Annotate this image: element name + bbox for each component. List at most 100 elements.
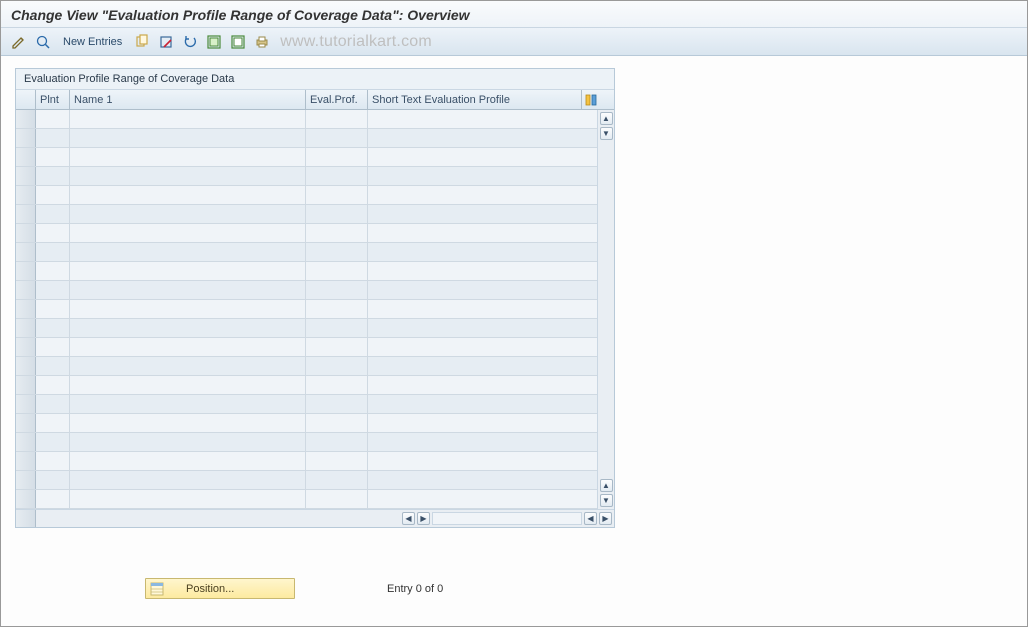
cell-plnt[interactable]	[36, 490, 70, 508]
cell-shorttext[interactable]	[368, 376, 582, 394]
cell-shorttext[interactable]	[368, 433, 582, 451]
cell-plnt[interactable]	[36, 243, 70, 261]
scroll-left2-icon[interactable]: ◀	[584, 512, 597, 525]
cell-plnt[interactable]	[36, 148, 70, 166]
row-selector[interactable]	[16, 167, 36, 185]
cell-plnt[interactable]	[36, 281, 70, 299]
scroll-right2-icon[interactable]: ▶	[599, 512, 612, 525]
configure-columns-icon[interactable]	[582, 94, 599, 106]
cell-evalprof[interactable]	[306, 376, 368, 394]
cell-name1[interactable]	[70, 167, 306, 185]
cell-plnt[interactable]	[36, 338, 70, 356]
scroll-down-bottom-icon[interactable]: ▼	[600, 494, 613, 507]
cell-shorttext[interactable]	[368, 471, 582, 489]
cell-plnt[interactable]	[36, 110, 70, 128]
cell-name1[interactable]	[70, 205, 306, 223]
cell-evalprof[interactable]	[306, 129, 368, 147]
row-selector[interactable]	[16, 490, 36, 508]
cell-name1[interactable]	[70, 490, 306, 508]
cell-evalprof[interactable]	[306, 452, 368, 470]
cell-plnt[interactable]	[36, 357, 70, 375]
cell-plnt[interactable]	[36, 300, 70, 318]
cell-shorttext[interactable]	[368, 414, 582, 432]
h-scroll-track[interactable]	[432, 512, 582, 525]
vertical-scrollbar[interactable]: ▲ ▼ ▲ ▼	[597, 110, 614, 509]
cell-shorttext[interactable]	[368, 262, 582, 280]
cell-shorttext[interactable]	[368, 129, 582, 147]
cell-name1[interactable]	[70, 129, 306, 147]
cell-evalprof[interactable]	[306, 490, 368, 508]
row-selector[interactable]	[16, 300, 36, 318]
scroll-up-icon[interactable]: ▲	[600, 112, 613, 125]
row-selector[interactable]	[16, 281, 36, 299]
cell-name1[interactable]	[70, 148, 306, 166]
cell-name1[interactable]	[70, 186, 306, 204]
cell-name1[interactable]	[70, 281, 306, 299]
cell-evalprof[interactable]	[306, 281, 368, 299]
cell-shorttext[interactable]	[368, 186, 582, 204]
cell-name1[interactable]	[70, 395, 306, 413]
cell-plnt[interactable]	[36, 224, 70, 242]
cell-shorttext[interactable]	[368, 224, 582, 242]
cell-plnt[interactable]	[36, 262, 70, 280]
cell-plnt[interactable]	[36, 319, 70, 337]
row-selector[interactable]	[16, 148, 36, 166]
row-selector[interactable]	[16, 395, 36, 413]
cell-evalprof[interactable]	[306, 319, 368, 337]
cell-shorttext[interactable]	[368, 148, 582, 166]
cell-evalprof[interactable]	[306, 110, 368, 128]
cell-evalprof[interactable]	[306, 300, 368, 318]
undo-icon[interactable]	[180, 32, 200, 52]
details-icon[interactable]	[33, 32, 53, 52]
cell-plnt[interactable]	[36, 129, 70, 147]
row-selector[interactable]	[16, 338, 36, 356]
scroll-left-icon[interactable]: ◀	[402, 512, 415, 525]
row-selector[interactable]	[16, 129, 36, 147]
row-selector[interactable]	[16, 357, 36, 375]
cell-name1[interactable]	[70, 471, 306, 489]
cell-shorttext[interactable]	[368, 110, 582, 128]
scroll-down-icon[interactable]: ▼	[600, 127, 613, 140]
change-toggle-icon[interactable]	[9, 32, 29, 52]
cell-shorttext[interactable]	[368, 338, 582, 356]
cell-evalprof[interactable]	[306, 357, 368, 375]
row-selector[interactable]	[16, 452, 36, 470]
cell-shorttext[interactable]	[368, 319, 582, 337]
cell-evalprof[interactable]	[306, 414, 368, 432]
cell-shorttext[interactable]	[368, 395, 582, 413]
cell-name1[interactable]	[70, 338, 306, 356]
cell-evalprof[interactable]	[306, 433, 368, 451]
cell-evalprof[interactable]	[306, 243, 368, 261]
row-selector[interactable]	[16, 319, 36, 337]
cell-plnt[interactable]	[36, 414, 70, 432]
cell-shorttext[interactable]	[368, 205, 582, 223]
delete-icon[interactable]	[156, 32, 176, 52]
cell-name1[interactable]	[70, 110, 306, 128]
row-selector[interactable]	[16, 205, 36, 223]
row-selector[interactable]	[16, 376, 36, 394]
cell-shorttext[interactable]	[368, 452, 582, 470]
cell-name1[interactable]	[70, 376, 306, 394]
row-selector[interactable]	[16, 110, 36, 128]
col-header-name1[interactable]: Name 1	[70, 90, 306, 109]
cell-shorttext[interactable]	[368, 243, 582, 261]
copy-icon[interactable]	[132, 32, 152, 52]
col-header-shorttext[interactable]: Short Text Evaluation Profile	[368, 90, 582, 109]
col-header-plnt[interactable]: Plnt	[36, 90, 70, 109]
row-selector[interactable]	[16, 262, 36, 280]
cell-shorttext[interactable]	[368, 167, 582, 185]
row-selector[interactable]	[16, 414, 36, 432]
row-selector[interactable]	[16, 224, 36, 242]
row-selector[interactable]	[16, 186, 36, 204]
cell-evalprof[interactable]	[306, 148, 368, 166]
scroll-right-icon[interactable]: ▶	[417, 512, 430, 525]
cell-plnt[interactable]	[36, 186, 70, 204]
cell-plnt[interactable]	[36, 376, 70, 394]
cell-plnt[interactable]	[36, 167, 70, 185]
cell-shorttext[interactable]	[368, 281, 582, 299]
cell-evalprof[interactable]	[306, 167, 368, 185]
cell-name1[interactable]	[70, 300, 306, 318]
scroll-up-bottom-icon[interactable]: ▲	[600, 479, 613, 492]
cell-name1[interactable]	[70, 433, 306, 451]
cell-name1[interactable]	[70, 243, 306, 261]
